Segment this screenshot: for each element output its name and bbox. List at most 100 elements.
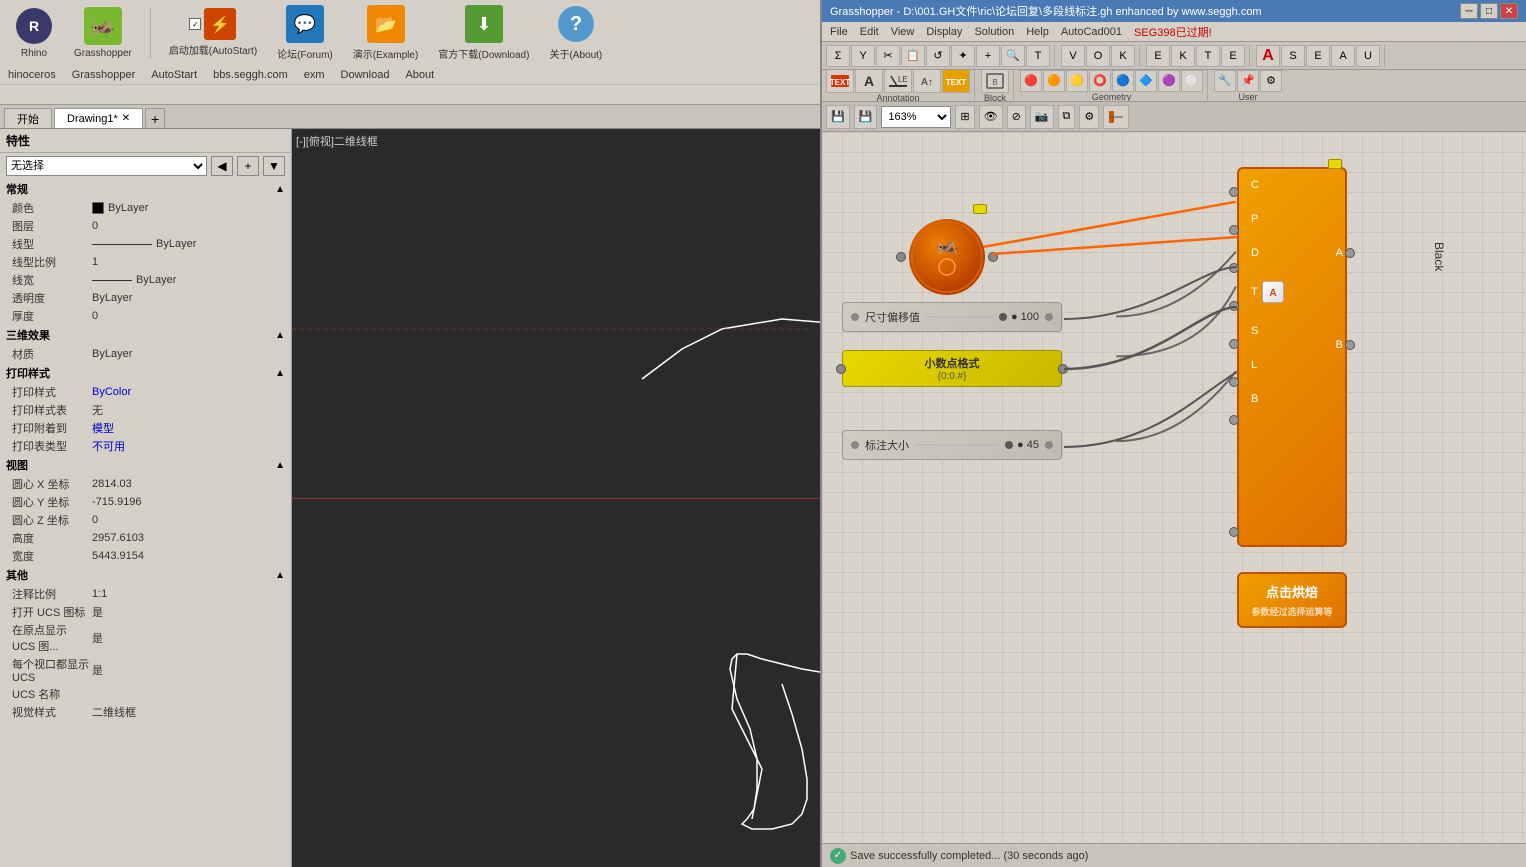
- color-swatch[interactable]: [92, 202, 104, 214]
- gh-menu-file[interactable]: File: [830, 26, 848, 38]
- gh-geo-btn3[interactable]: 🟡: [1066, 70, 1088, 92]
- tab-add-button[interactable]: +: [145, 108, 165, 128]
- decimal-format-node[interactable]: 小数点格式 {0:0.#}: [842, 350, 1062, 387]
- toolbar-hinoceros[interactable]: hinoceros: [8, 69, 56, 81]
- about-button[interactable]: ? 关于(About): [543, 2, 608, 63]
- rhino-button[interactable]: R Rhino: [8, 4, 60, 61]
- toolbar-grasshopper[interactable]: Grasshopper: [72, 69, 136, 81]
- gh-tool-T[interactable]: T: [1026, 45, 1050, 67]
- toolbar-exm[interactable]: exm: [304, 69, 325, 81]
- gh-save2-btn[interactable]: 💾: [854, 105, 878, 129]
- forum-button[interactable]: 💬 论坛(Forum): [271, 2, 339, 63]
- toolbar-autostart[interactable]: AutoStart: [151, 69, 197, 81]
- gh-menu-help[interactable]: Help: [1026, 26, 1049, 38]
- gh-maximize-btn[interactable]: □: [1480, 3, 1498, 19]
- download-button[interactable]: ⬇ 官方下载(Download): [432, 2, 535, 63]
- gh-layers-btn[interactable]: ⧉: [1058, 105, 1076, 129]
- gh-tool-U[interactable]: U: [1356, 45, 1380, 67]
- gh-zoom-select[interactable]: 163%: [881, 106, 951, 128]
- tab-start[interactable]: 开始: [4, 108, 52, 128]
- gh-settings-btn[interactable]: ⚙: [1079, 105, 1099, 129]
- tab-close-icon[interactable]: ✕: [122, 113, 130, 124]
- gh-tool-star[interactable]: ✦: [951, 45, 975, 67]
- gh-anno-btn4[interactable]: A↑: [913, 70, 941, 93]
- gh-tool-A[interactable]: A: [1256, 45, 1280, 67]
- section-regular-toggle[interactable]: ▲: [275, 184, 285, 195]
- gh-sidebar-btn[interactable]: [1103, 105, 1129, 129]
- gh-tool-A2[interactable]: A: [1331, 45, 1355, 67]
- section-other-toggle[interactable]: ▲: [275, 570, 285, 581]
- gh-geo-btn6[interactable]: 🔷: [1135, 70, 1157, 92]
- section-view-toggle[interactable]: ▲: [275, 460, 285, 471]
- bake-btn-label[interactable]: 点击烘焙 参数经过选择运算等: [1237, 572, 1347, 628]
- gh-menu-solution[interactable]: Solution: [974, 26, 1014, 38]
- gh-anno-btn2[interactable]: A: [855, 70, 883, 93]
- main-node[interactable]: C P D T A S L B A: [1237, 167, 1347, 547]
- gh-user-btn3[interactable]: ⚙: [1260, 70, 1282, 92]
- gh-fit-btn[interactable]: ⊞: [955, 105, 974, 129]
- gh-tool-k2[interactable]: K: [1171, 45, 1195, 67]
- gh-save-btn[interactable]: 💾: [826, 105, 850, 129]
- viewport[interactable]: [-][俯视]二维线框: [292, 129, 820, 867]
- gh-menu-seg[interactable]: SEG398已过期!: [1134, 24, 1212, 40]
- gh-minimize-btn[interactable]: ─: [1460, 3, 1478, 19]
- dim-slider-handle[interactable]: [999, 313, 1007, 321]
- gh-camera-btn[interactable]: 📷: [1030, 105, 1054, 129]
- gh-block-btn1[interactable]: B: [981, 70, 1009, 93]
- annotation-size-node[interactable]: 标注大小 ● 45: [842, 430, 1062, 460]
- toolbar-bbs[interactable]: bbs.seggh.com: [213, 69, 288, 81]
- gh-cursor-btn[interactable]: ⊘: [1007, 105, 1026, 129]
- rhino-gh-node[interactable]: 🦗: [902, 212, 992, 302]
- gh-geo-btn1[interactable]: 🔴: [1020, 70, 1042, 92]
- object-selector[interactable]: 无选择: [6, 156, 207, 176]
- section-regular[interactable]: 常规 ▲: [0, 179, 291, 199]
- gh-tool-E3[interactable]: E: [1306, 45, 1330, 67]
- gh-menu-edit[interactable]: Edit: [860, 26, 879, 38]
- gh-menu-view[interactable]: View: [891, 26, 915, 38]
- gh-tool-paste[interactable]: 📋: [901, 45, 925, 67]
- gh-menu-display[interactable]: Display: [926, 26, 962, 38]
- grasshopper-button[interactable]: 🦗 Grasshopper: [68, 4, 138, 61]
- gh-tool-E2[interactable]: E: [1221, 45, 1245, 67]
- gh-tool-v[interactable]: V: [1061, 45, 1085, 67]
- gh-canvas[interactable]: 🦗 尺寸偏移值 ● 100 小数点格式 {0:0.#}: [822, 132, 1526, 843]
- gh-tool-K[interactable]: K: [1111, 45, 1135, 67]
- gh-tool-S[interactable]: S: [1281, 45, 1305, 67]
- gh-tool-e[interactable]: E: [1146, 45, 1170, 67]
- anno-slider-handle[interactable]: [1005, 441, 1013, 449]
- selector-btn3[interactable]: ▼: [263, 156, 285, 176]
- selector-btn1[interactable]: ◀: [211, 156, 233, 176]
- gh-geo-btn8[interactable]: ⚪: [1181, 70, 1203, 92]
- gh-anno-btn5[interactable]: TEXT: [942, 70, 970, 93]
- gh-tool-add[interactable]: +: [976, 45, 1000, 67]
- gh-tool-symbol[interactable]: Σ: [826, 45, 850, 67]
- dimension-offset-node[interactable]: 尺寸偏移值 ● 100: [842, 302, 1062, 332]
- gh-tool-T2[interactable]: T: [1196, 45, 1220, 67]
- section-3d[interactable]: 三维效果 ▲: [0, 325, 291, 345]
- bake-button-node[interactable]: 点击烘焙 参数经过选择运算等: [1237, 572, 1347, 628]
- gh-anno-btn3[interactable]: LE: [884, 70, 912, 93]
- gh-tool-search[interactable]: 🔍: [1001, 45, 1025, 67]
- tab-drawing1[interactable]: Drawing1* ✕: [54, 108, 143, 128]
- gh-tool-o[interactable]: O: [1086, 45, 1110, 67]
- gh-geo-btn2[interactable]: 🟠: [1043, 70, 1065, 92]
- gh-eye-btn[interactable]: 👁: [979, 105, 1003, 129]
- section-view[interactable]: 视图 ▲: [0, 455, 291, 475]
- autostart-button[interactable]: ✓ ⚡ 启动加载(AutoStart): [163, 6, 263, 59]
- gh-geo-btn4[interactable]: ⭕: [1089, 70, 1111, 92]
- gh-tool-scissors[interactable]: ✂: [876, 45, 900, 67]
- section-print[interactable]: 打印样式 ▲: [0, 363, 291, 383]
- example-button[interactable]: 📂 演示(Example): [347, 2, 425, 63]
- gh-menu-autocad[interactable]: AutoCad001: [1061, 26, 1122, 38]
- gh-geo-btn7[interactable]: 🟣: [1158, 70, 1180, 92]
- gh-user-btn1[interactable]: 🔧: [1214, 70, 1236, 92]
- section-3d-toggle[interactable]: ▲: [275, 330, 285, 341]
- gh-anno-btn1[interactable]: TEXT: [826, 70, 854, 93]
- gh-tool-y[interactable]: Y: [851, 45, 875, 67]
- gh-tool-refresh[interactable]: ↺: [926, 45, 950, 67]
- gh-geo-btn5[interactable]: 🔵: [1112, 70, 1134, 92]
- toolbar-download[interactable]: Download: [341, 69, 390, 81]
- section-print-toggle[interactable]: ▲: [275, 368, 285, 379]
- section-other[interactable]: 其他 ▲: [0, 565, 291, 585]
- gh-user-btn2[interactable]: 📌: [1237, 70, 1259, 92]
